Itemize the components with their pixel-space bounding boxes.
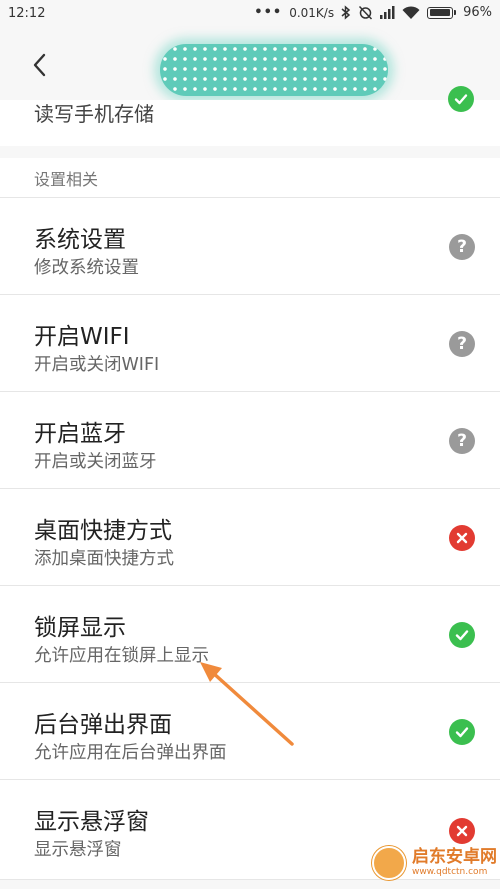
item-title: 开启蓝牙 (34, 421, 126, 447)
chevron-left-icon (33, 53, 46, 77)
list-item-bluetooth[interactable]: 开启蓝牙 开启或关闭蓝牙 ? (0, 392, 500, 489)
redacted-title-mask (160, 44, 388, 96)
more-notifications-icon: ••• (254, 5, 283, 20)
app-header (0, 30, 500, 100)
item-title: 桌面快捷方式 (34, 518, 172, 544)
denied-x-icon[interactable] (449, 818, 475, 844)
list-item-background-popup[interactable]: 后台弹出界面 允许应用在后台弹出界面 (0, 683, 500, 780)
allowed-check-icon[interactable] (449, 622, 475, 648)
alarm-off-icon (359, 5, 373, 20)
bluetooth-icon (341, 5, 351, 20)
wifi-icon (402, 6, 420, 19)
list-item-desktop-shortcut[interactable]: 桌面快捷方式 添加桌面快捷方式 (0, 489, 500, 586)
watermark-url: www.qdtctn.com (412, 867, 488, 877)
item-description: 开启或关闭WIFI (34, 355, 160, 375)
list-item-lock-screen-display[interactable]: 锁屏显示 允许应用在锁屏上显示 (0, 586, 500, 683)
battery-icon (427, 6, 457, 19)
network-speed: 0.01K/s (289, 5, 335, 20)
back-button[interactable] (24, 48, 58, 82)
item-title: 锁屏显示 (34, 615, 126, 641)
ask-question-icon[interactable]: ? (449, 331, 475, 357)
item-title: 系统设置 (34, 227, 126, 253)
watermark-name: 启东安卓网 (412, 847, 497, 867)
item-description: 允许应用在锁屏上显示 (34, 646, 209, 666)
list-item-storage[interactable]: 读写手机存储 (0, 86, 500, 146)
item-description: 添加桌面快捷方式 (34, 549, 174, 569)
ask-question-icon[interactable]: ? (449, 428, 475, 454)
ask-question-icon[interactable]: ? (449, 234, 475, 260)
item-description: 修改系统设置 (34, 258, 139, 278)
allowed-check-icon[interactable] (449, 719, 475, 745)
watermark: 启东安卓网 www.qdtctn.com (372, 846, 497, 880)
list-item-wifi[interactable]: 开启WIFI 开启或关闭WIFI ? (0, 295, 500, 392)
status-bar: 12:12 ••• 0.01K/s 96% (0, 0, 500, 30)
list-item-system-settings[interactable]: 系统设置 修改系统设置 ? (0, 198, 500, 295)
battery-percent: 96% (463, 5, 492, 20)
item-description: 读写手机存储 (34, 102, 154, 126)
watermark-logo (372, 846, 406, 880)
item-title: 开启WIFI (34, 324, 130, 350)
allowed-check-icon[interactable] (448, 86, 474, 112)
item-description: 允许应用在后台弹出界面 (34, 743, 227, 763)
item-title: 后台弹出界面 (34, 712, 172, 738)
status-icons: ••• 0.01K/s 96% (254, 5, 492, 20)
item-description: 显示悬浮窗 (34, 840, 122, 860)
section-title: 设置相关 (34, 170, 99, 189)
status-time: 12:12 (8, 6, 46, 21)
denied-x-icon[interactable] (449, 525, 475, 551)
signal-icon (380, 6, 395, 19)
item-description: 开启或关闭蓝牙 (34, 452, 157, 472)
section-header-settings: 设置相关 (0, 158, 500, 198)
item-title: 显示悬浮窗 (34, 809, 149, 835)
